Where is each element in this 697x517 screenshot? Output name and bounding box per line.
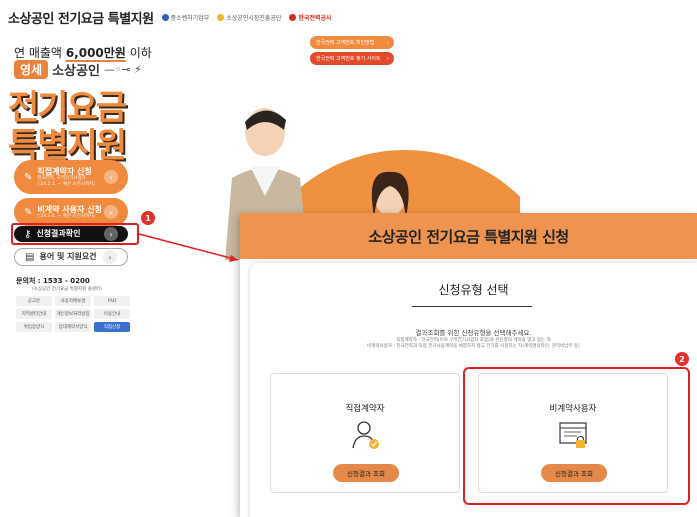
hero-badge-text: 소상공인 bbox=[52, 64, 100, 79]
quick-link[interactable]: 이용안내 bbox=[94, 309, 130, 319]
option-label: 직접계약자 bbox=[345, 404, 385, 414]
quick-link[interactable]: FAQ bbox=[94, 296, 130, 306]
partner-logo-mss: 중소벤처기업부 bbox=[161, 13, 209, 22]
definition-indirect: 비계약사용자 : 한국전력과 직접 전기사용계약을 체결하지 않고 전기를 사용… bbox=[367, 344, 580, 349]
direct-result-lookup-button[interactable]: 신청결과 조회 bbox=[333, 464, 399, 482]
hero-badge-row: 영세 소상공인 —◦⊸ ⚡ bbox=[14, 60, 142, 79]
hero-badge: 영세 bbox=[14, 60, 49, 79]
quick-link[interactable]: 임대계약서양식 bbox=[55, 322, 91, 332]
customer-number-search-button[interactable]: 한국전력 고객번호 찾기 사이트 › bbox=[310, 52, 394, 65]
non-contract-apply-button[interactable]: ✎ 비계약 사용자 신청 ('24.3.4. ~ 예산 소진시까지) › bbox=[14, 198, 128, 226]
highlight-box-non-contract bbox=[463, 367, 690, 505]
chevron-right-icon: › bbox=[387, 55, 389, 62]
hero-eligibility-text: 연 매출액 6,000만원 이하 bbox=[14, 46, 152, 62]
person-check-icon bbox=[352, 421, 379, 449]
step-marker: 2 bbox=[675, 352, 689, 366]
option-direct-contract[interactable]: 직접계약자 신청결과 조회 bbox=[270, 373, 460, 493]
quick-link[interactable]: 공고문 bbox=[16, 296, 52, 306]
partner-logo-semas: 소상공인시장진흥공단 bbox=[217, 13, 281, 22]
pencil-icon: ✎ bbox=[24, 206, 33, 218]
instruction-text: 결과조회를 위한 신청유형을 선택해주세요. bbox=[415, 329, 532, 337]
chevron-right-icon: › bbox=[104, 205, 118, 219]
quick-link[interactable]: 개인정보처리방침 bbox=[55, 309, 91, 319]
contact-subtext: (소상공인 전기요금 특별지원 콜센터) bbox=[32, 287, 102, 292]
plug-icon: —◦⊸ ⚡ bbox=[103, 63, 142, 76]
site-title[interactable]: 소상공인 전기요금 특별지원 bbox=[8, 8, 154, 27]
chevron-right-icon: › bbox=[104, 170, 118, 184]
divider bbox=[412, 306, 532, 307]
modal-header: 소상공인 전기요금 특별지원 신청 bbox=[240, 213, 697, 259]
quick-link[interactable]: 위임장양식 bbox=[16, 322, 52, 332]
highlight-box-result bbox=[11, 223, 139, 245]
quick-link[interactable]: 사용자매뉴얼 bbox=[55, 296, 91, 306]
chevron-right-icon: › bbox=[387, 39, 389, 46]
chevron-right-icon: › bbox=[103, 250, 117, 264]
card-title: 신청유형 선택 bbox=[438, 283, 509, 297]
quick-link[interactable]: 지역센터안내 bbox=[16, 309, 52, 319]
pencil-icon: ✎ bbox=[24, 171, 33, 183]
customer-number-guide-button[interactable]: 한국전력 고객번호 확인방법 › bbox=[310, 36, 394, 49]
document-icon: ▤ bbox=[25, 251, 35, 263]
partner-logo-kepco: 한국전력공사 bbox=[289, 13, 332, 22]
quick-links: 공고문 사용자매뉴얼 FAQ 지역센터안내 개인정보처리방침 이용안내 위임장양… bbox=[16, 296, 130, 332]
site-header: 소상공인 전기요금 특별지원 중소벤처기업부 소상공인시장진흥공단 한국전력공사 bbox=[8, 8, 332, 27]
quick-link[interactable]: 직접신청 bbox=[94, 322, 130, 332]
terms-requirements-button[interactable]: ▤ 용어 및 지원요건 › bbox=[14, 248, 128, 266]
direct-contract-apply-button[interactable]: ✎ 직접계약자 신청 한국전력, 구역전기사업자 ('24.2.1. ~ 예산 … bbox=[14, 160, 128, 194]
contact-number: 문의처 : 1533 - 0200 bbox=[16, 277, 90, 285]
step-marker: 1 bbox=[141, 211, 155, 225]
modal-title: 소상공인 전기요금 특별지원 신청 bbox=[368, 227, 569, 246]
